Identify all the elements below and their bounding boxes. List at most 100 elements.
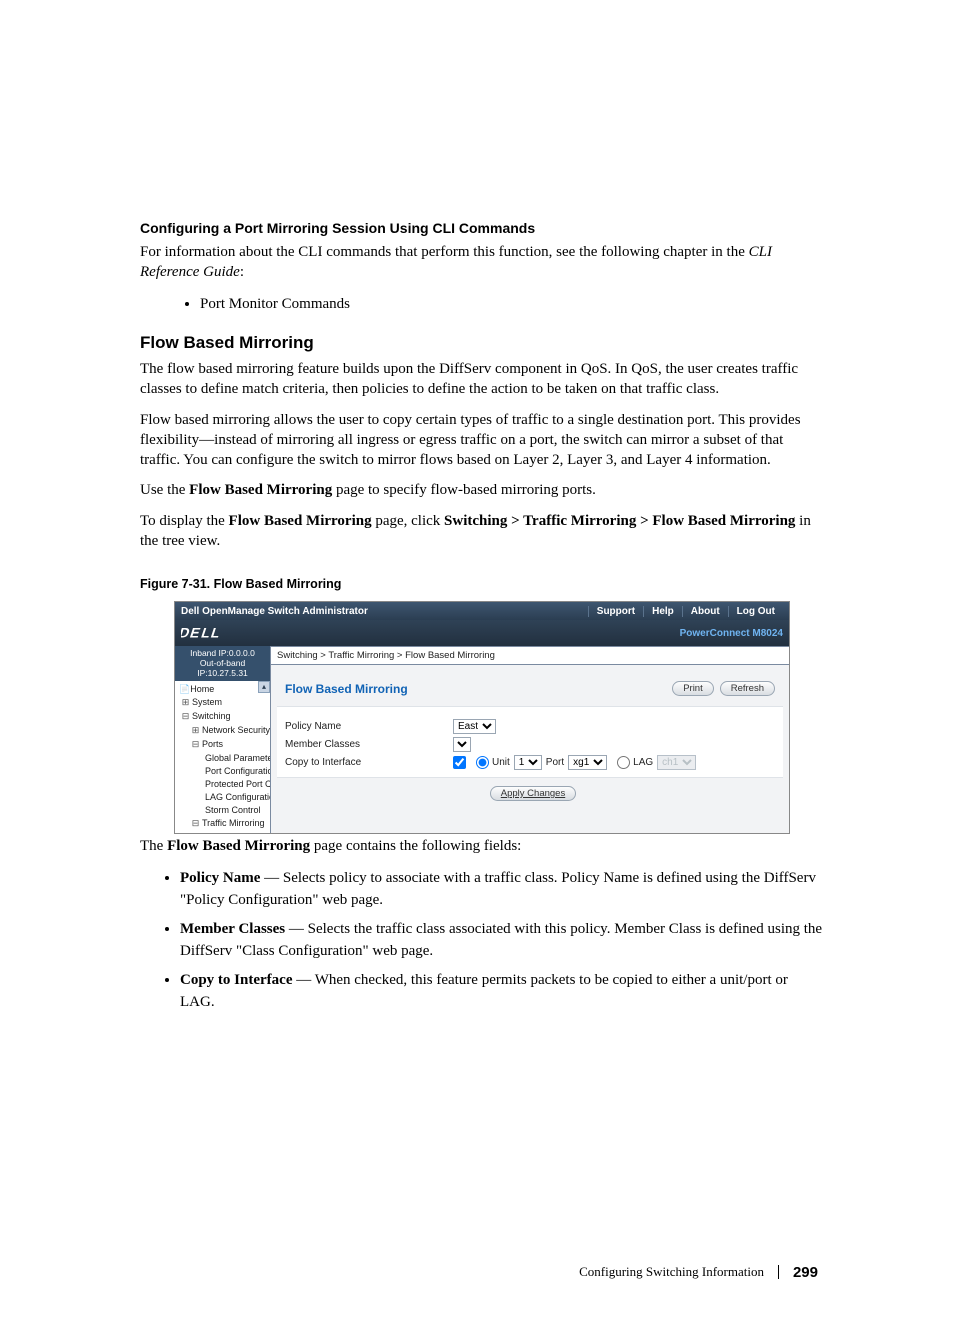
panel-header: Flow Based Mirroring Print Refresh: [277, 675, 783, 706]
page-number: 299: [793, 1264, 818, 1281]
scroll-up-icon[interactable]: ▴: [258, 681, 270, 693]
about-link[interactable]: About: [682, 606, 728, 617]
select-policy-name[interactable]: East: [453, 719, 496, 734]
label-port: Port: [546, 757, 564, 768]
text: Traffic Mirroring: [202, 818, 265, 828]
ip-header: Inband IP:0.0.0.0 Out-of-band IP:10.27.5…: [175, 646, 270, 681]
tree-home[interactable]: 📄Home: [177, 683, 270, 696]
print-button[interactable]: Print: [672, 681, 714, 696]
section2-p1: The flow based mirroring feature builds …: [140, 359, 824, 400]
term: Member Classes: [180, 921, 285, 937]
text: For information about the CLI commands t…: [140, 244, 749, 260]
bold: Flow Based Mirroring: [229, 513, 372, 529]
bold: Switching > Traffic Mirroring > Flow Bas…: [444, 513, 795, 529]
text: page to specify flow-based mirroring por…: [332, 482, 596, 498]
brand-row: D E L L PowerConnect M8024: [175, 620, 789, 646]
panel: Flow Based Mirroring Print Refresh Polic…: [277, 675, 783, 803]
text: LAG Configuratio: [205, 792, 270, 802]
document-page: Configuring a Port Mirroring Session Usi…: [0, 0, 954, 1341]
panel-body: Policy Name East Member Classes Copy to …: [277, 706, 783, 778]
dell-logo: D E L L: [181, 625, 236, 641]
logout-link[interactable]: Log Out: [728, 606, 783, 617]
footer-separator: [778, 1265, 779, 1279]
section1-paragraph: For information about the CLI commands t…: [140, 242, 824, 283]
after-fig-intro: The Flow Based Mirroring page contains t…: [140, 836, 824, 856]
tree-switching[interactable]: ⊟Switching: [177, 710, 270, 724]
term: Copy to Interface: [180, 972, 292, 988]
nav-tree: Inband IP:0.0.0.0 Out-of-band IP:10.27.5…: [175, 646, 271, 833]
checkbox-copy-interface[interactable]: [453, 756, 466, 769]
tree-ports[interactable]: ⊟Ports: [177, 738, 270, 752]
app-title: Dell OpenManage Switch Administrator: [181, 606, 368, 617]
row-policy-name: Policy Name East: [285, 717, 775, 735]
oob-ip: Out-of-band IP:10.27.5.31: [175, 659, 270, 679]
select-member-classes[interactable]: [453, 737, 471, 752]
screenshot-container: Dell OpenManage Switch Administrator Sup…: [174, 601, 790, 834]
refresh-button[interactable]: Refresh: [720, 681, 775, 696]
tree-tmirror[interactable]: ⊟Traffic Mirroring: [177, 817, 270, 831]
tree-items: ▴ 📄Home ⊞System ⊟Switching ⊞Network Secu…: [175, 681, 270, 833]
label-lag: LAG: [633, 757, 653, 768]
app-topbar: Dell OpenManage Switch Administrator Sup…: [175, 602, 789, 620]
text: System: [192, 697, 222, 707]
help-link[interactable]: Help: [643, 606, 682, 617]
text: Storm Control: [205, 805, 261, 815]
list-item: Policy Name — Selects policy to associat…: [180, 867, 824, 912]
select-port[interactable]: xg1: [568, 755, 607, 770]
support-link[interactable]: Support: [588, 606, 643, 617]
tree-storm[interactable]: Storm Control: [177, 804, 270, 817]
text: Network Security: [202, 725, 270, 735]
apply-changes-button[interactable]: Apply Changes: [490, 786, 576, 801]
text: Protected Port C: [205, 779, 270, 789]
tree-pport[interactable]: Protected Port C: [177, 778, 270, 791]
tree-gparam[interactable]: Global Paramete: [177, 752, 270, 765]
section2-p2: Flow based mirroring allows the user to …: [140, 410, 824, 471]
text: :: [240, 264, 244, 280]
text: The: [140, 838, 167, 854]
label-policy-name: Policy Name: [285, 721, 453, 732]
list-item: Copy to Interface — When checked, this f…: [180, 969, 824, 1014]
figure-caption: Figure 7-31. Flow Based Mirroring: [140, 577, 824, 591]
section2-p4: To display the Flow Based Mirroring page…: [140, 511, 824, 552]
text: Port Configuratio: [205, 766, 270, 776]
term: Policy Name: [180, 870, 260, 886]
apply-row: Apply Changes: [277, 778, 783, 803]
text: Global Paramete: [205, 753, 270, 763]
row-member-classes: Member Classes: [285, 735, 775, 753]
list-item: Member Classes — Selects the traffic cla…: [180, 918, 824, 963]
page-footer: Configuring Switching Information 299: [140, 1264, 824, 1281]
text: Use the: [140, 482, 189, 498]
tree-lag[interactable]: LAG Configuratio: [177, 791, 270, 804]
bullet-item: Port Monitor Commands: [200, 293, 824, 316]
section2-p3: Use the Flow Based Mirroring page to spe…: [140, 480, 824, 500]
footer-text: Configuring Switching Information: [579, 1264, 764, 1280]
tree-pconf[interactable]: Port Configuratio: [177, 765, 270, 778]
select-unit[interactable]: 1: [514, 755, 542, 770]
row-copy-interface: Copy to Interface Unit 1 Port xg1 LAG ch…: [285, 753, 775, 771]
label-unit: Unit: [492, 757, 510, 768]
tree-netsec[interactable]: ⊞Network Security: [177, 724, 270, 738]
section-heading-flow: Flow Based Mirroring: [140, 333, 824, 353]
desc: — Selects policy to associate with a tra…: [180, 870, 816, 909]
content-area: Switching > Traffic Mirroring > Flow Bas…: [271, 646, 789, 833]
product-name: PowerConnect M8024: [680, 628, 783, 639]
text: Switching: [192, 711, 231, 721]
text: Home: [190, 684, 214, 694]
section1-bullets: Port Monitor Commands: [140, 293, 824, 316]
text: Ports: [202, 739, 223, 749]
panel-title: Flow Based Mirroring: [285, 682, 408, 696]
screenshot-main: Inband IP:0.0.0.0 Out-of-band IP:10.27.5…: [175, 646, 789, 833]
field-list: Policy Name — Selects policy to associat…: [140, 867, 824, 1014]
text: page contains the following fields:: [310, 838, 521, 854]
tree-system[interactable]: ⊞System: [177, 696, 270, 710]
bold: Flow Based Mirroring: [189, 482, 332, 498]
label-member-classes: Member Classes: [285, 739, 453, 750]
bold: Flow Based Mirroring: [167, 838, 310, 854]
radio-unit[interactable]: [476, 756, 489, 769]
select-lag: ch1: [657, 755, 696, 770]
breadcrumb: Switching > Traffic Mirroring > Flow Bas…: [271, 646, 789, 665]
text: page, click: [372, 513, 444, 529]
radio-lag[interactable]: [617, 756, 630, 769]
section-heading-cli: Configuring a Port Mirroring Session Usi…: [140, 220, 824, 236]
label-copy-interface: Copy to Interface: [285, 757, 453, 768]
